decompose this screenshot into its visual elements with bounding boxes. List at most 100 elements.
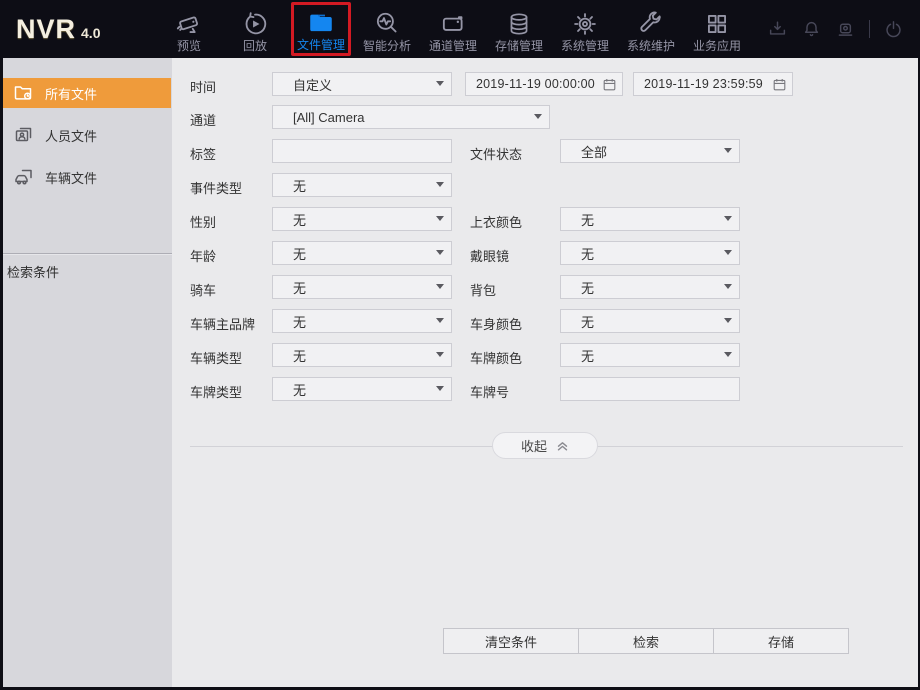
file-management-folder-icon [307,8,335,38]
alarm-device-icon[interactable] [835,19,856,40]
sidebar: 所有文件 人员文件 车辆文件 检索条件 [3,58,172,687]
nav-tab-label: 业务应用 [693,39,741,53]
logo-version: 4.0 [81,25,100,41]
form-row-vehicletype-platecolor: 车辆类型 无 车牌颜色 无 [172,343,918,367]
download-icon[interactable] [767,19,788,40]
chevron-down-icon [724,216,732,221]
nav-tab-label: 智能分析 [363,39,411,53]
person-files-icon [13,124,35,146]
end-time-field[interactable]: 2019-11-19 23:59:59 [633,72,793,96]
chevron-down-icon [436,216,444,221]
double-chevron-up-icon [556,439,569,452]
top-color-select[interactable]: 无 [560,207,740,231]
backpack-label: 背包 [470,280,496,299]
smart-analysis-icon [373,9,401,39]
form-row-age-glasses: 年龄 无 戴眼镜 无 [172,241,918,265]
nav-tab-storage-management[interactable]: 存储管理 [486,2,552,56]
plate-color-label: 车牌颜色 [470,348,522,367]
age-select[interactable]: 无 [272,241,452,265]
plate-number-label: 车牌号 [470,382,509,401]
search-conditions-section-label: 检索条件 [7,262,59,281]
sidebar-item-person-files[interactable]: 人员文件 [3,120,171,150]
channel-select[interactable]: [All] Camera [272,105,550,129]
collapse-button[interactable]: 收起 [492,432,598,459]
gender-label: 性别 [190,212,216,231]
nav-tab-smart-analysis[interactable]: 智能分析 [354,2,420,56]
plate-type-label: 车牌类型 [190,382,242,401]
gender-select[interactable]: 无 [272,207,452,231]
plate-number-input[interactable] [560,377,740,401]
chevron-down-icon [436,182,444,187]
nav-tab-channel-management[interactable]: 通道管理 [420,2,486,56]
nav-tab-label: 系统管理 [561,39,609,53]
system-maintenance-icon [637,9,665,39]
topbar-divider [869,20,870,38]
chevron-down-icon [436,250,444,255]
form-row-brand-bodycolor: 车辆主品牌 无 车身颜色 无 [172,309,918,333]
form-row-riding-backpack: 骑车 无 背包 无 [172,275,918,299]
vehicle-files-icon [13,166,35,188]
vehicle-brand-select[interactable]: 无 [272,309,452,333]
channel-label: 通道 [190,110,216,129]
app-logo: NVR 4.0 [0,14,150,45]
backpack-select[interactable]: 无 [560,275,740,299]
chevron-down-icon [436,284,444,289]
alarm-bell-icon[interactable] [801,19,822,40]
nav-tab-label: 通道管理 [429,39,477,53]
chevron-down-icon [724,318,732,323]
vehicle-type-select[interactable]: 无 [272,343,452,367]
nav-tab-label: 存储管理 [495,39,543,53]
sidebar-item-vehicle-files[interactable]: 车辆文件 [3,162,171,192]
chevron-down-icon [724,284,732,289]
form-row-platetype-plateno: 车牌类型 无 车牌号 [172,377,918,401]
chevron-down-icon [724,250,732,255]
save-button[interactable]: 存储 [713,628,849,654]
chevron-down-icon [436,352,444,357]
nav-tab-preview[interactable]: 预览 [156,2,222,56]
glasses-label: 戴眼镜 [470,246,509,265]
event-type-label: 事件类型 [190,178,242,197]
chevron-down-icon [436,318,444,323]
event-type-select[interactable]: 无 [272,173,452,197]
age-label: 年龄 [190,246,216,265]
chevron-down-icon [724,352,732,357]
form-row-tag-status: 标签 文件状态 全部 [172,139,918,163]
file-status-select[interactable]: 全部 [560,139,740,163]
riding-label: 骑车 [190,280,216,299]
top-navigation-bar: NVR 4.0 预览 [0,0,920,58]
business-application-icon [703,9,731,39]
nav-tab-business-application[interactable]: 业务应用 [684,2,750,56]
nav-tab-file-management[interactable]: 文件管理 [291,2,351,56]
start-time-field[interactable]: 2019-11-19 00:00:00 [465,72,623,96]
sidebar-divider [3,253,172,255]
plate-type-select[interactable]: 无 [272,377,452,401]
all-files-folder-icon [13,82,35,104]
body-color-select[interactable]: 无 [560,309,740,333]
clear-conditions-button[interactable]: 清空条件 [443,628,579,654]
time-type-select[interactable]: 自定义 [272,72,452,96]
topbar-utility-icons [767,19,920,40]
chevron-down-icon [436,386,444,391]
search-button[interactable]: 检索 [578,628,714,654]
nav-tab-playback[interactable]: 回放 [222,2,288,56]
glasses-select[interactable]: 无 [560,241,740,265]
main-menu: 预览 回放 文件管 [156,0,750,58]
sidebar-item-label: 人员文件 [45,126,97,145]
logo-text: NVR [16,14,76,45]
nav-tab-system-management[interactable]: 系统管理 [552,2,618,56]
channel-management-icon [439,9,467,39]
collapse-label: 收起 [521,436,547,455]
nav-tab-label: 预览 [177,39,201,53]
tag-input[interactable] [272,139,452,163]
riding-select[interactable]: 无 [272,275,452,299]
nav-tab-label: 回放 [243,39,267,53]
power-icon[interactable] [883,19,904,40]
file-search-form: 时间 自定义 2019-11-19 00:00:00 2019-11-19 23… [172,58,918,687]
plate-color-select[interactable]: 无 [560,343,740,367]
storage-management-icon [505,9,533,39]
calendar-icon [773,78,786,91]
sidebar-item-all-files[interactable]: 所有文件 [3,78,171,108]
vehicle-type-label: 车辆类型 [190,348,242,367]
nav-tab-system-maintenance[interactable]: 系统维护 [618,2,684,56]
top-color-label: 上衣颜色 [470,212,522,231]
